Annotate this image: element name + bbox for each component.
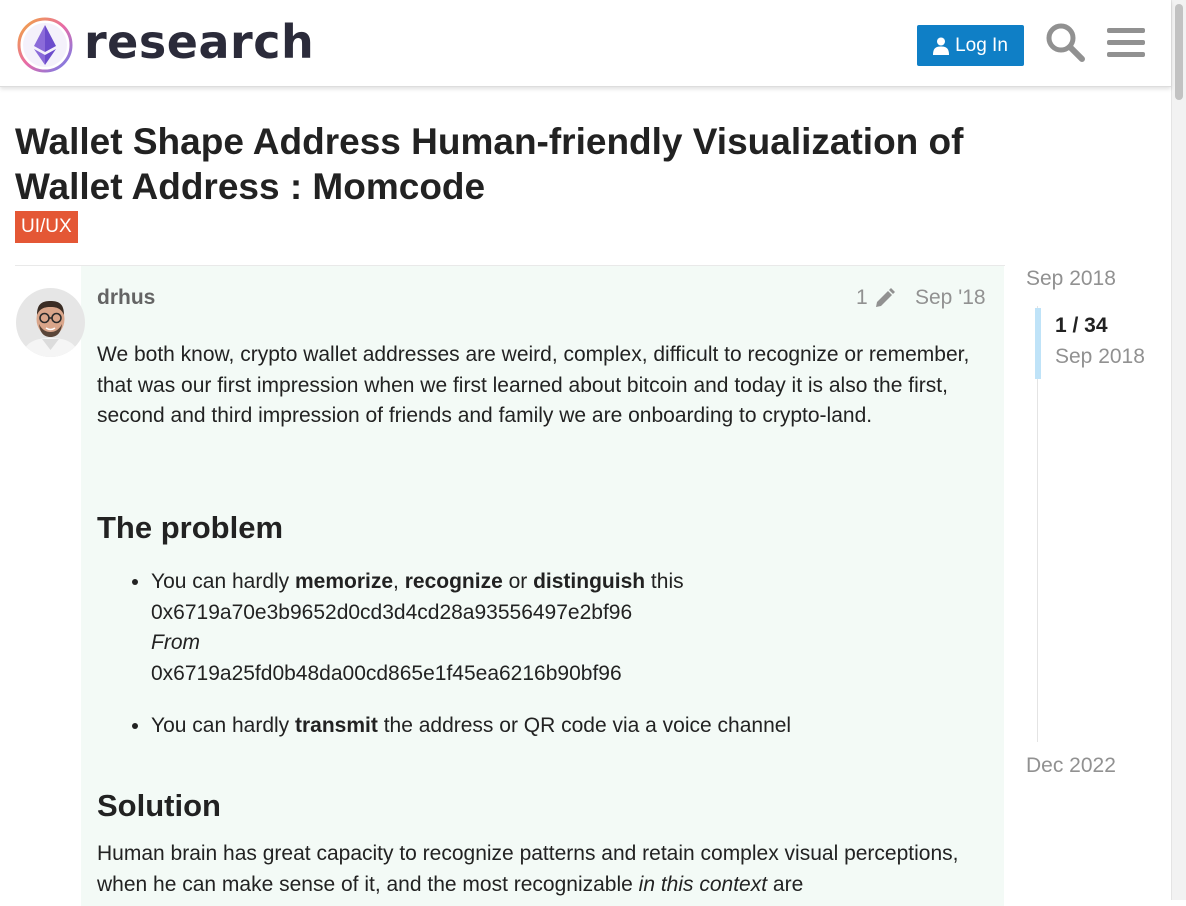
list-item: You can hardly memorize, recognize or di… <box>151 567 1046 689</box>
page-scrollbar[interactable] <box>1171 0 1186 900</box>
site-header: research Log In <box>0 0 1171 87</box>
edit-count: 1 <box>856 286 868 309</box>
pencil-icon <box>875 288 895 307</box>
bold-distinguish: distinguish <box>533 570 646 593</box>
login-button[interactable]: Log In <box>917 25 1024 66</box>
scrollbar-thumb[interactable] <box>1175 4 1183 100</box>
post-content: We both know, crypto wallet addresses ar… <box>97 340 992 896</box>
category-badge[interactable]: UI/UX <box>15 211 78 243</box>
timeline-position-date: Sep 2018 <box>1055 345 1145 368</box>
problem-heading: The problem <box>97 510 284 545</box>
avatar[interactable] <box>16 288 85 357</box>
hamburger-menu-icon[interactable] <box>1105 21 1147 63</box>
search-icon[interactable] <box>1044 21 1086 63</box>
solution-paragraph: Human brain has great capacity to recogn… <box>97 839 992 900</box>
timeline-end-date[interactable]: Dec 2022 <box>1026 754 1116 778</box>
wallet-address-1: 0x6719a70e3b9652d0cd3d4cd28a93556497e2bf… <box>151 600 633 624</box>
logo-icon[interactable] <box>16 16 74 74</box>
timeline-position: 1 / 34 <box>1055 314 1108 337</box>
timeline-scroller-handle[interactable] <box>1035 308 1041 379</box>
text: , <box>393 570 405 593</box>
text: You can hardly <box>151 714 295 737</box>
timeline-start-date[interactable]: Sep 2018 <box>1026 267 1116 291</box>
text: Human brain has great capacity to recogn… <box>97 842 959 896</box>
text: are <box>767 872 804 896</box>
text: this <box>645 570 684 593</box>
list-item: You can hardly transmit the address or Q… <box>151 711 1046 742</box>
bold-memorize: memorize <box>295 570 394 593</box>
text: the address or QR code via a voice chann… <box>377 714 792 737</box>
bold-transmit: transmit <box>295 714 378 737</box>
intro-paragraph: We both know, crypto wallet addresses ar… <box>97 343 970 427</box>
emphasis: in this context <box>638 872 768 896</box>
text: You can hardly <box>151 570 295 593</box>
from-label: From <box>151 631 200 654</box>
problem-list: You can hardly memorize, recognize or di… <box>97 567 1046 742</box>
user-icon <box>933 37 950 55</box>
post-edit-history[interactable]: 1 <box>856 286 896 310</box>
post-author-username[interactable]: drhus <box>97 286 155 310</box>
text: or <box>502 570 534 593</box>
login-label: Log In <box>955 34 1008 56</box>
site-name[interactable]: research <box>84 14 314 70</box>
bold-recognize: recognize <box>404 570 503 593</box>
solution-heading: Solution <box>97 788 221 823</box>
topic-title[interactable]: Wallet Shape Address Human-friendly Visu… <box>15 119 1015 209</box>
post-date[interactable]: Sep '18 <box>915 286 986 310</box>
wallet-address-2: 0x6719a25fd0b48da00cd865e1f45ea6216b90bf… <box>151 661 622 685</box>
